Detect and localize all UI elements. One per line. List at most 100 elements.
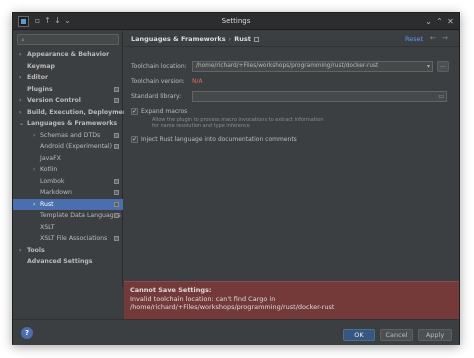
sidebar-item-javafx[interactable]: JavaFX: [13, 153, 123, 165]
inject-rust-checkbox[interactable]: ✓: [131, 136, 138, 143]
project-settings-icon: [114, 213, 119, 218]
sidebar-item-label: Kotlin: [40, 166, 58, 173]
error-banner: Cannot Save Settings: Invalid toolchain …: [124, 281, 459, 319]
expand-macros-label: Expand macros: [141, 108, 188, 115]
sidebar-item-label: Schemas and DTDs: [40, 131, 101, 139]
settings-tree: › Appearance & Behavior Keymap › Editor …: [13, 49, 130, 268]
sidebar-item-languages-frameworks[interactable]: ⌄ Languages & Frameworks: [13, 118, 123, 130]
header-divider: [124, 46, 459, 47]
sidebar-item-label: Android (Experimental): [40, 143, 112, 150]
toolchain-location-value: /home/richard/+Files/workshops/programmi…: [196, 63, 379, 69]
sidebar-item-editor[interactable]: › Editor: [13, 72, 123, 84]
chevron-right-icon: ›: [19, 108, 22, 116]
maximize-icon[interactable]: ⌃: [435, 17, 444, 26]
expand-macros-hint: for name resolution and type inference: [152, 123, 250, 129]
sidebar-item-xslt-file-associations[interactable]: XSLT File Associations: [13, 233, 123, 245]
apply-button[interactable]: Apply: [418, 329, 452, 341]
sidebar-item-markdown[interactable]: Markdown: [13, 187, 123, 199]
help-icon[interactable]: ?: [21, 327, 33, 339]
sidebar-item-lombok[interactable]: Lombok: [13, 176, 123, 188]
toolchain-location-field[interactable]: /home/richard/+Files/workshops/programmi…: [192, 61, 433, 72]
error-message: Invalid toolchain location: can't find C…: [130, 294, 276, 303]
sidebar-item-label: Editor: [27, 74, 49, 81]
sidebar-item-label: Rust: [40, 200, 54, 208]
toolchain-version-label: Toolchain version:: [131, 78, 185, 85]
sidebar-item-advanced-settings[interactable]: Advanced Settings: [13, 256, 123, 268]
project-settings-icon: [253, 36, 259, 42]
project-settings-icon: [114, 132, 119, 138]
inject-rust-label: Inject Rust language into documentation …: [141, 136, 297, 143]
project-settings-icon: [114, 178, 119, 184]
forward-arrow-icon[interactable]: →: [442, 34, 448, 42]
sidebar-item-label: Advanced Settings: [27, 258, 93, 265]
sidebar-item-version-control[interactable]: › Version Control: [13, 95, 123, 107]
breadcrumb: Languages & Frameworks › Rust: [131, 35, 259, 43]
settings-content: Languages & Frameworks › Rust Reset ← → To…: [124, 31, 459, 287]
folder-icon[interactable]: ▭: [438, 92, 444, 101]
error-path: /home/richard/+Files/workshops/programmi…: [130, 303, 335, 311]
toolchain-location-label: Toolchain location:: [131, 63, 187, 70]
project-settings-icon: [114, 144, 119, 149]
breadcrumb-current: Rust: [234, 35, 251, 43]
close-icon[interactable]: ✕: [446, 17, 455, 26]
sidebar-item-appearance-behavior[interactable]: › Appearance & Behavior: [13, 49, 123, 61]
ok-button[interactable]: OK: [343, 329, 375, 341]
sidebar-item-label: Template Data Languages: [40, 212, 121, 219]
sidebar-item-label: Appearance & Behavior: [27, 51, 110, 58]
toolchain-version-value: N/A: [192, 78, 203, 85]
project-settings-icon: [114, 236, 119, 241]
project-settings-icon: [114, 201, 119, 207]
project-settings-icon: [114, 86, 119, 92]
sidebar-item-label: Lombok: [40, 177, 65, 185]
sidebar-item-keymap[interactable]: Keymap: [13, 61, 123, 73]
error-title: Cannot Save Settings:: [130, 286, 212, 294]
breadcrumb-separator: ›: [228, 35, 232, 43]
chevron-right-icon: ›: [19, 51, 22, 58]
sidebar-item-label: XSLT File Associations: [40, 235, 108, 242]
sidebar-item-label: JavaFX: [40, 154, 61, 162]
sidebar-item-kotlin[interactable]: › Kotlin: [13, 164, 123, 176]
settings-sidebar: ⌕ › Appearance & Behavior Keymap › Edito…: [13, 31, 130, 287]
breadcrumb-parent: Languages & Frameworks: [131, 35, 226, 43]
sidebar-item-label: Keymap: [27, 62, 55, 70]
search-input[interactable]: ⌕: [17, 34, 119, 45]
sidebar-item-tools[interactable]: › Tools: [13, 245, 123, 257]
dialog-footer: ? OK Cancel Apply: [13, 319, 459, 345]
chevron-right-icon: ›: [19, 97, 22, 104]
sidebar-item-label: Version Control: [27, 97, 81, 104]
sidebar-item-android[interactable]: Android (Experimental): [13, 141, 123, 153]
sidebar-item-template-data-languages[interactable]: Template Data Languages: [13, 210, 123, 222]
cancel-button[interactable]: Cancel: [380, 329, 413, 341]
sidebar-item-label: XSLT: [40, 223, 55, 231]
sidebar-item-label: Tools: [27, 246, 45, 254]
standard-library-field[interactable]: ▭: [192, 91, 447, 102]
chevron-right-icon: ›: [33, 200, 36, 208]
sidebar-item-label: Languages & Frameworks: [27, 120, 118, 127]
reset-link[interactable]: Reset: [405, 35, 423, 43]
sidebar-item-xslt[interactable]: XSLT: [13, 222, 123, 234]
minimize-icon[interactable]: ⌄: [424, 17, 433, 26]
back-arrow-icon[interactable]: ←: [430, 34, 436, 42]
window-title: Settings: [221, 17, 251, 25]
chevron-right-icon: ›: [19, 74, 22, 81]
expand-macros-checkbox[interactable]: ✓: [131, 108, 138, 115]
sidebar-item-label: Build, Execution, Deployment: [27, 108, 131, 116]
toolchain-browse-button[interactable]: ...: [437, 61, 449, 72]
search-icon: ⌕: [21, 36, 25, 44]
project-settings-icon: [114, 190, 119, 195]
chevron-right-icon: ›: [33, 131, 36, 139]
sidebar-item-schemas-dtds[interactable]: › Schemas and DTDs: [13, 130, 123, 142]
sidebar-item-rust[interactable]: › Rust: [13, 198, 123, 210]
settings-dialog: ▫ ↑ ↓ ⌄ Settings ⌄ ⌃ ✕ ⌕ › Appearance & …: [12, 12, 460, 345]
chevron-right-icon: ›: [33, 166, 36, 173]
standard-library-label: Standard library:: [131, 93, 182, 100]
chevron-down-icon[interactable]: ▾: [427, 62, 430, 71]
title-bar: ▫ ↑ ↓ ⌄ Settings ⌄ ⌃ ✕: [13, 13, 459, 30]
chevron-down-icon: ⌄: [19, 120, 25, 127]
sidebar-item-plugins[interactable]: Plugins: [13, 84, 123, 96]
project-settings-icon: [114, 98, 119, 103]
chevron-right-icon: ›: [19, 246, 22, 254]
sidebar-item-build-execution[interactable]: › Build, Execution, Deployment: [13, 107, 130, 119]
sidebar-item-label: Plugins: [27, 85, 53, 93]
sidebar-item-label: Markdown: [40, 189, 72, 196]
